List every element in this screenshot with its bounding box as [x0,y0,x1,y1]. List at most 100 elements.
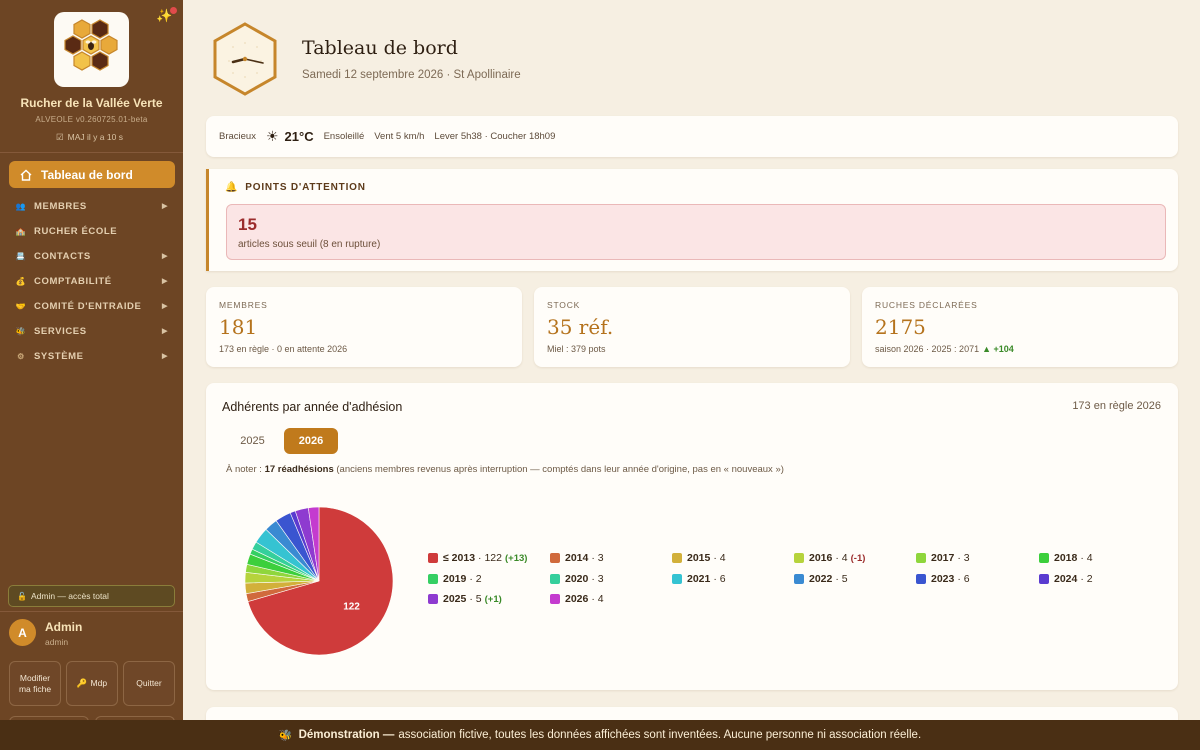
stat-note: saison 2026 · 2025 : 2071 ▲ +104 [875,344,1014,354]
legend-value: · 6 [957,572,970,585]
stat-card-ruches[interactable]: RUCHES DÉCLARÉES 2175 saison 2026 · 2025… [862,287,1178,367]
sidebar-item-comptabilite[interactable]: 💰 COMPTABILITÉ ▶ [9,271,175,291]
password-button[interactable]: 🔑 Mdp [66,661,118,706]
edit-profile-button[interactable]: Modifier ma fiche [9,661,61,706]
app-version: ALVEOLE v0.260725.01-beta [35,115,148,124]
legend-label: 2014 [565,552,589,564]
legend-label: 2015 [687,552,711,564]
sidebar-item-membres[interactable]: 👥 MEMBRES ▶ [9,196,175,216]
weather-bar: Bracieux ☀ 21°C Ensoleillé Vent 5 km/h L… [206,116,1178,157]
legend-label: 2023 [931,572,955,585]
tab-2025[interactable]: 2025 [230,428,275,454]
chart-note: À noter : 17 réadhésions (anciens membre… [226,464,784,475]
divider [0,152,183,153]
legend-delta: (+13) [504,552,528,564]
sidebar-item-label: SYSTÈME [34,350,84,362]
legend-item[interactable]: 2015 · 4 [672,551,726,565]
lock-icon: 🔓 [17,591,27,601]
legend-item[interactable]: 2021 · 6 [672,572,726,586]
legend-item[interactable]: 2023 · 6 [916,572,970,586]
gear-icon: ⚙ [17,351,25,361]
legend-item[interactable]: 2014 · 3 [550,551,604,565]
weather-location: Bracieux [219,131,256,142]
chevron-right-icon: ▶ [162,303,168,310]
admin-access-badge: 🔓 Admin — accès total [8,585,175,607]
legend-item[interactable]: 2024 · 2 [1039,572,1093,586]
legend-swatch [1039,553,1049,563]
legend-item[interactable]: ≤ 2013 · 122 (+13) [428,551,527,565]
legend-label: 2025 [443,593,467,605]
sidebar-item-label: Tableau de bord [41,167,133,182]
legend-label: 2016 [809,552,833,564]
sidebar-item-label: RUCHER ÉCOLE [34,225,118,237]
legend-value: · 5 [835,572,848,585]
legend-delta: (-1) [850,552,866,564]
legend-swatch [916,553,926,563]
sidebar-item-contacts[interactable]: 📇 CONTACTS ▶ [9,246,175,266]
key-icon: 🔑 [76,678,88,689]
sidebar-item-services[interactable]: 🐝 SERVICES ▶ [9,321,175,341]
notification-dot [170,7,177,14]
legend-label: 2026 [565,593,589,605]
sidebar-item-systeme[interactable]: ⚙ SYSTÈME ▶ [9,346,175,366]
sidebar-item-label: COMPTABILITÉ [34,275,112,287]
stat-label: MEMBRES [219,300,268,310]
membership-pie-chart: 122 [244,506,394,656]
sidebar-item-label: CONTACTS [34,250,91,262]
legend-value: · 6 [713,572,726,585]
legend-value: · 4 [591,593,604,605]
sidebar-item-dashboard[interactable]: Tableau de bord [9,161,175,188]
stock-alert[interactable]: 15 articles sous seuil (8 en rupture) [226,204,1166,260]
page-title: Tableau de bord [302,37,458,59]
legend-item[interactable]: 2016 · 4 (-1) [794,551,865,565]
legend-item[interactable]: 2018 · 4 [1039,551,1093,565]
chart-title: Adhérents par année d'adhésion [222,400,403,414]
services-icon: 🐝 [15,326,27,336]
legend-swatch [1039,573,1049,584]
legend-label: ≤ 2013 [443,552,476,564]
legend-value: · 122 [478,552,502,564]
weather-sun-times: Lever 5h38 · Coucher 18h09 [434,131,556,142]
chevron-right-icon: ▶ [162,328,168,335]
sidebar-item-label: SERVICES [34,325,87,337]
attention-title: 🔔 POINTS D'ATTENTION [225,182,366,193]
org-logo[interactable] [54,12,129,87]
legend-item[interactable]: 2019 · 2 [428,572,482,586]
update-status: ☑ MAJ il y a 10 s [56,132,123,142]
legend-value: · 4 [1080,552,1093,564]
sidebar-item-comite[interactable]: 🤝 COMITÉ D'ENTRAIDE ▶ [9,296,175,316]
stat-label: RUCHES DÉCLARÉES [875,300,978,310]
legend-swatch [428,553,438,563]
stat-label: STOCK [547,300,581,310]
legend-item[interactable]: 2017 · 3 [916,551,970,565]
legend-swatch [794,553,804,563]
user-name: Admin [45,620,83,634]
legend-item[interactable]: 2020 · 3 [550,572,604,586]
quit-button[interactable]: Quitter [123,661,175,706]
sidebar-item-rucher-ecole[interactable]: 🏫 RUCHER ÉCOLE [9,221,175,241]
handshake-icon: 🤝 [15,301,27,311]
legend-item[interactable]: 2026 · 4 [550,592,604,606]
tab-2026[interactable]: 2026 [284,428,338,454]
legend-swatch [550,594,560,604]
legend-value: · 2 [1080,572,1093,585]
honeycomb-logo-icon [64,19,118,71]
legend-item[interactable]: 2025 · 5 (+1) [428,592,502,606]
chevron-right-icon: ▶ [162,253,168,260]
alert-text: articles sous seuil (8 en rupture) [238,239,381,250]
legend-value: · 3 [591,552,604,564]
legend-label: 2024 [1054,572,1078,585]
stat-card-membres[interactable]: MEMBRES 181 173 en règle · 0 en attente … [206,287,522,367]
user-role: admin [45,637,69,647]
legend-label: 2020 [565,572,589,585]
legend-item[interactable]: 2022 · 5 [794,572,848,586]
weather-wind: Vent 5 km/h [374,131,425,142]
bee-icon: 🐝 [278,729,293,742]
alert-count: 15 [238,215,257,234]
stat-card-stock[interactable]: STOCK 35 réf. Miel : 379 pots [534,287,850,367]
sidebar: ✨ Rucher de la Vallée Verte ALVEOLE v0.2… [0,0,183,750]
legend-value: · 4 [713,552,726,564]
avatar[interactable]: A [9,619,36,646]
legend-label: 2019 [443,572,467,585]
check-icon: ☑ [56,132,64,142]
